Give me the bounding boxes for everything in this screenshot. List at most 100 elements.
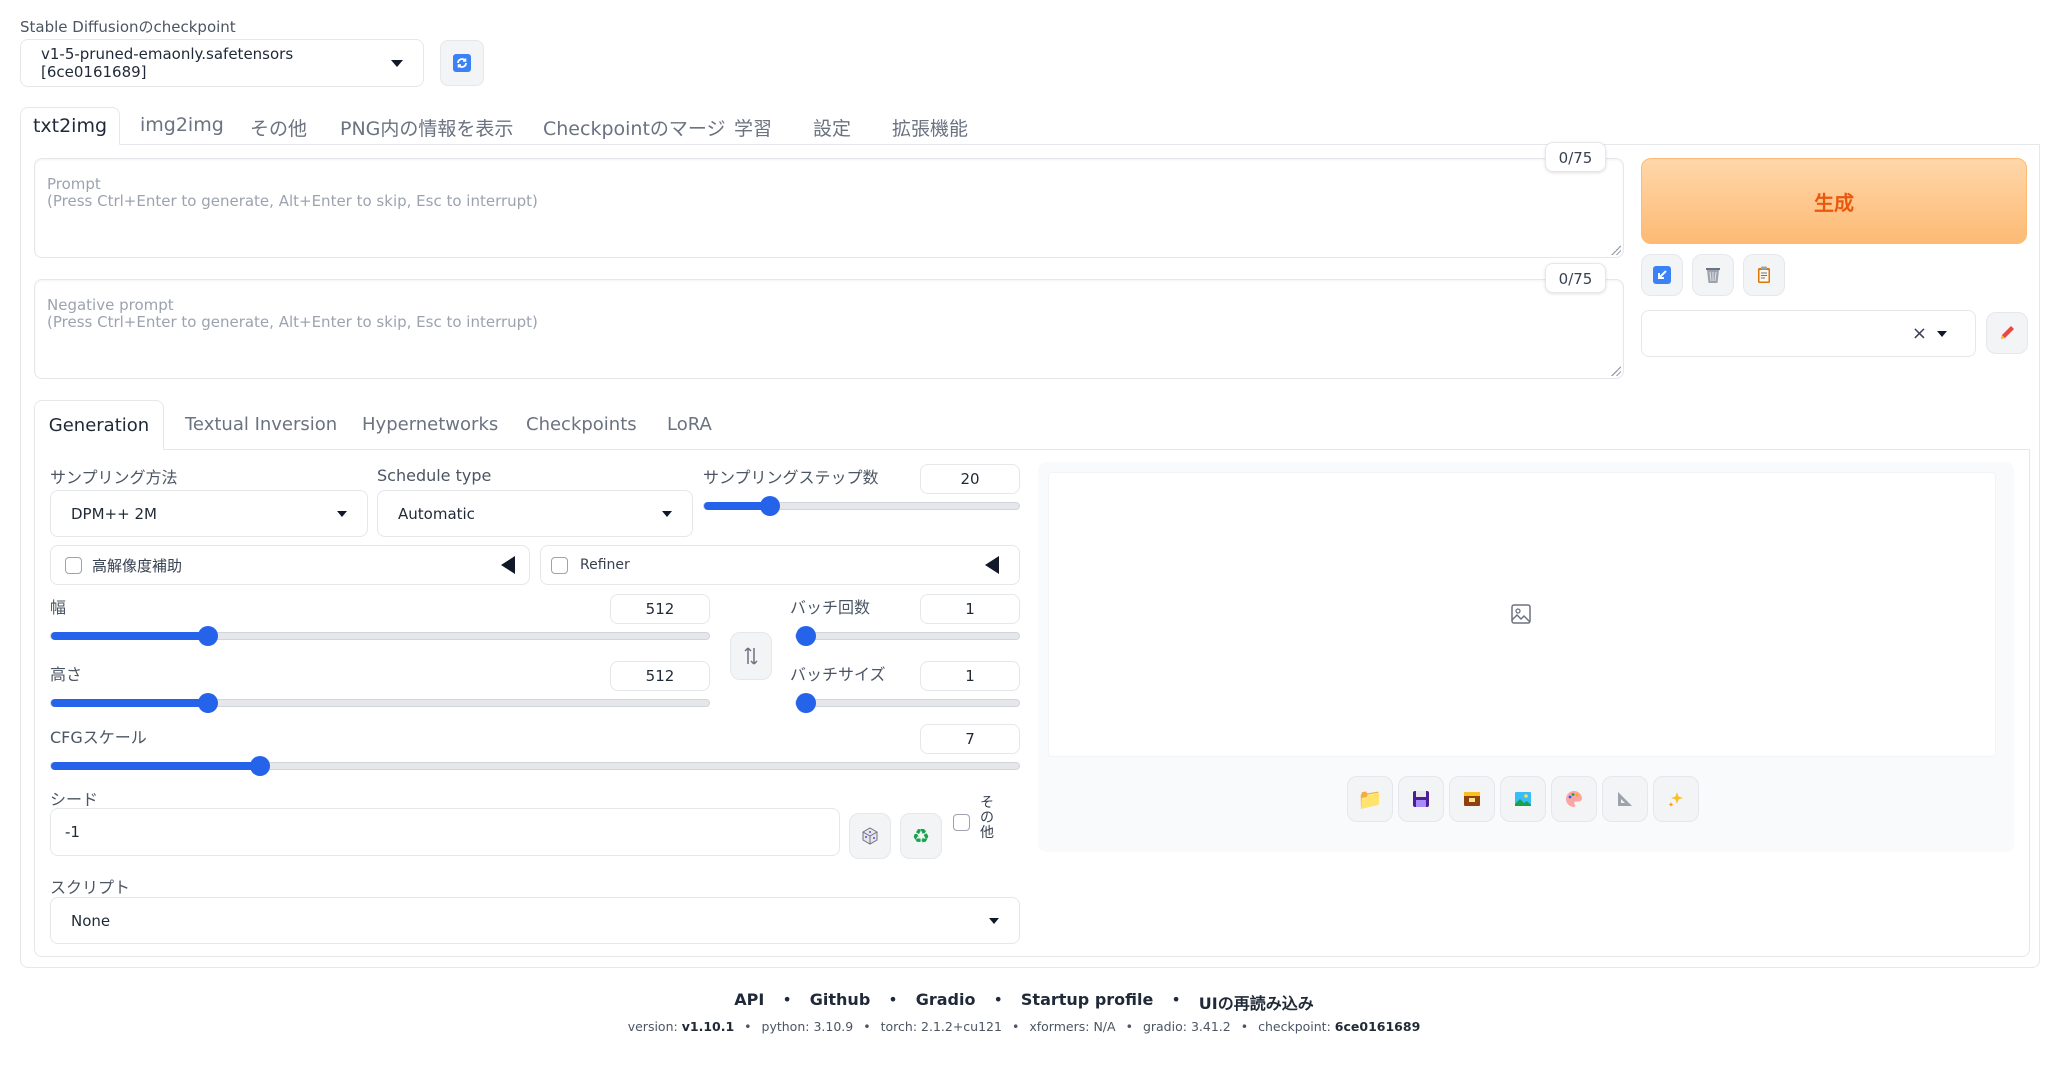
batch-size-input[interactable]: 1: [920, 661, 1020, 691]
footer-link-startup-profile[interactable]: Startup profile: [1021, 990, 1153, 1014]
save-icon: [1413, 791, 1429, 807]
hires-fix-label: 高解像度補助: [92, 556, 183, 575]
height-label: 高さ: [50, 665, 83, 684]
chevron-down-icon: [1937, 330, 1947, 337]
reuse-seed-button[interactable]: ♻: [900, 813, 942, 859]
generate-info-button[interactable]: [1653, 776, 1699, 822]
footer-separator: •: [1171, 990, 1181, 1009]
tab-train[interactable]: 学習: [734, 114, 772, 141]
read-params-button[interactable]: [1641, 254, 1683, 296]
resize-handle-icon[interactable]: [1611, 366, 1621, 376]
recycle-icon: ♻: [912, 824, 930, 848]
tab-txt2img[interactable]: txt2img: [20, 107, 120, 145]
chevron-down-icon: [989, 917, 999, 924]
prompt-token-counter: 0/75: [1545, 142, 1606, 172]
subtab-hypernetworks[interactable]: Hypernetworks: [362, 414, 498, 435]
footer-link-reload-ui[interactable]: UIの再読み込み: [1199, 990, 1314, 1014]
checkpoint-value: v1-5-pruned-emaonly.safetensors [6ce0161…: [41, 45, 294, 81]
send-to-img2img-button[interactable]: [1500, 776, 1546, 822]
edit-styles-button[interactable]: [1986, 312, 2028, 354]
slider-thumb[interactable]: [796, 626, 816, 646]
prompt-textarea[interactable]: Prompt (Press Ctrl+Enter to generate, Al…: [34, 158, 1624, 258]
checkpoint-hash-label: checkpoint:: [1258, 1019, 1331, 1034]
xformers-value: N/A: [1093, 1019, 1116, 1034]
refiner-label: Refiner: [580, 557, 630, 573]
batch-count-slider[interactable]: [795, 626, 1020, 646]
zip-button[interactable]: [1449, 776, 1495, 822]
generate-button[interactable]: 生成: [1641, 158, 2027, 244]
version-separator: •: [1240, 1019, 1249, 1034]
sampling-method-select[interactable]: DPM++ 2M: [50, 490, 368, 537]
width-input[interactable]: 512: [610, 594, 710, 624]
subtab-generation[interactable]: Generation: [34, 400, 164, 450]
resize-handle-icon[interactable]: [1611, 245, 1621, 255]
slider-thumb[interactable]: [796, 693, 816, 713]
batch-size-slider[interactable]: [795, 693, 1020, 713]
footer-link-gradio[interactable]: Gradio: [916, 990, 976, 1014]
footer-link-api[interactable]: API: [734, 990, 764, 1014]
clear-prompt-button[interactable]: [1692, 254, 1734, 296]
tab-img2img[interactable]: img2img: [140, 114, 224, 136]
apply-styles-button[interactable]: [1743, 254, 1785, 296]
seed-extra-checkbox[interactable]: [953, 814, 970, 831]
tab-png-info[interactable]: PNG内の情報を表示: [340, 114, 513, 141]
subtab-lora[interactable]: LoRA: [667, 414, 712, 435]
width-slider[interactable]: [50, 626, 710, 646]
height-input[interactable]: 512: [610, 661, 710, 691]
height-slider[interactable]: [50, 693, 710, 713]
python-value: 3.10.9: [813, 1019, 854, 1034]
seed-label: シード: [50, 790, 99, 809]
subtab-textual-inversion[interactable]: Textual Inversion: [185, 414, 337, 435]
script-select[interactable]: None: [50, 897, 1020, 944]
schedule-type-label: Schedule type: [377, 466, 492, 485]
torch-value: 2.1.2+cu121: [921, 1019, 1002, 1034]
swap-dimensions-button[interactable]: [730, 632, 772, 680]
seed-value: -1: [65, 823, 80, 841]
clear-icon[interactable]: ×: [1912, 323, 1927, 344]
slider-fill: [51, 762, 260, 770]
save-button[interactable]: [1398, 776, 1444, 822]
send-to-inpaint-button[interactable]: [1551, 776, 1597, 822]
batch-size-label: バッチサイズ: [790, 665, 886, 684]
refiner-checkbox[interactable]: [551, 556, 568, 574]
slider-fill: [51, 699, 208, 707]
tab-settings[interactable]: 設定: [813, 114, 851, 141]
tab-extras[interactable]: その他: [250, 114, 307, 141]
cfg-scale-input[interactable]: 7: [920, 724, 1020, 754]
sampling-steps-input[interactable]: 20: [920, 464, 1020, 494]
refresh-checkpoint-button[interactable]: [440, 40, 484, 86]
gradio-label: gradio:: [1142, 1019, 1187, 1034]
hires-fix-accordion[interactable]: 高解像度補助: [50, 545, 530, 585]
footer-separator: •: [993, 990, 1003, 1009]
styles-select[interactable]: ×: [1641, 310, 1976, 357]
slider-thumb[interactable]: [198, 693, 218, 713]
collapse-triangle-icon[interactable]: [985, 556, 999, 574]
checkpoint-select[interactable]: v1-5-pruned-emaonly.safetensors [6ce0161…: [20, 39, 424, 87]
tab-checkpoint-merger[interactable]: Checkpointのマージ: [543, 114, 726, 141]
hires-fix-checkbox[interactable]: [65, 556, 82, 574]
version-separator: •: [744, 1019, 752, 1034]
send-to-extras-button[interactable]: [1602, 776, 1648, 822]
open-folder-button[interactable]: 📁: [1347, 776, 1393, 822]
random-seed-button[interactable]: [849, 813, 891, 859]
seed-input[interactable]: -1: [50, 808, 840, 856]
schedule-type-select[interactable]: Automatic: [377, 490, 693, 537]
sampling-steps-slider[interactable]: [703, 496, 1020, 516]
ruler-icon: [1618, 792, 1632, 806]
batch-count-input[interactable]: 1: [920, 594, 1020, 624]
swap-arrows-icon: [744, 647, 758, 665]
sparkle-icon: [1668, 792, 1683, 807]
subtab-checkpoints[interactable]: Checkpoints: [526, 414, 637, 435]
sampling-steps-label: サンプリングステップ数: [703, 468, 879, 487]
slider-thumb[interactable]: [198, 626, 218, 646]
cfg-scale-slider[interactable]: [50, 756, 1020, 776]
xformers-label: xformers:: [1029, 1019, 1090, 1034]
negative-prompt-textarea[interactable]: Negative prompt (Press Ctrl+Enter to gen…: [34, 279, 1624, 379]
slider-thumb[interactable]: [250, 756, 270, 776]
refiner-accordion[interactable]: Refiner: [540, 545, 1020, 585]
tab-extensions[interactable]: 拡張機能: [892, 114, 968, 141]
slider-thumb[interactable]: [760, 496, 780, 516]
arrow-down-left-icon: [1653, 266, 1671, 284]
footer-link-github[interactable]: Github: [810, 990, 871, 1014]
collapse-triangle-icon[interactable]: [501, 556, 515, 574]
